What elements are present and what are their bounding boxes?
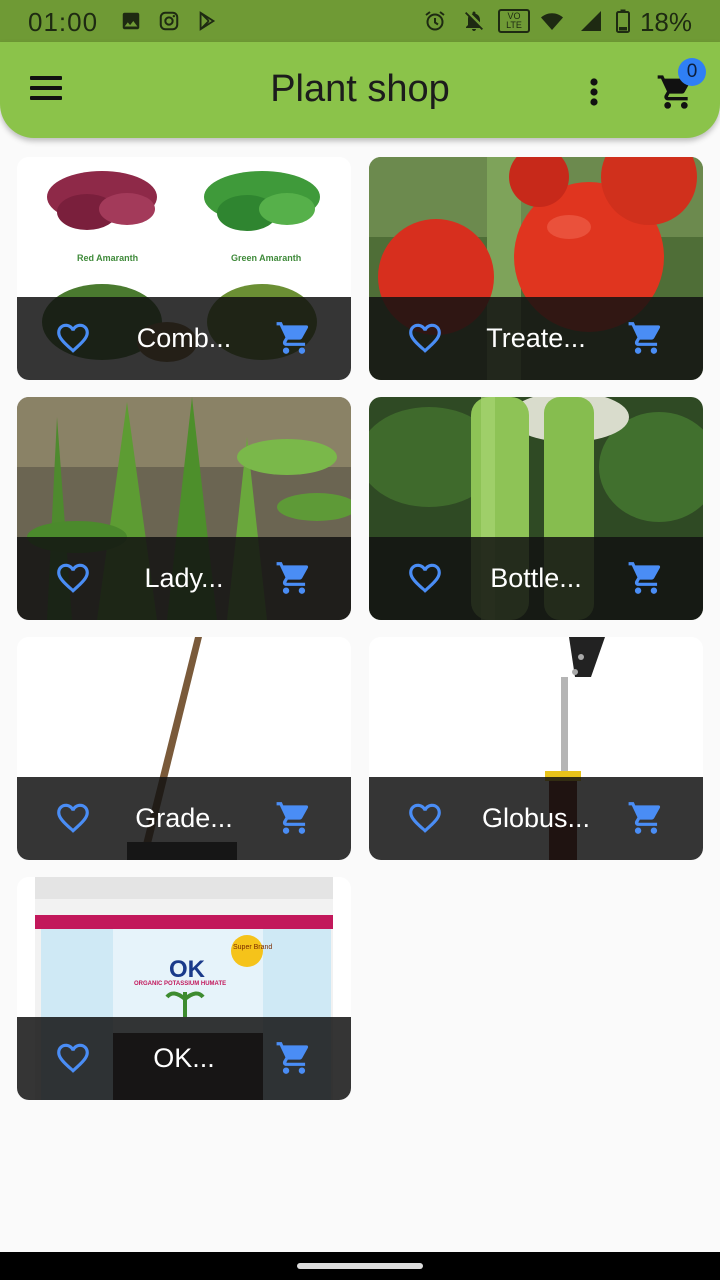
- image-label: Super Brand: [233, 944, 272, 951]
- product-card[interactable]: Super Brand OK ORGANIC POTASSIUM HUMATE …: [17, 877, 351, 1100]
- product-action-bar: Comb...: [17, 297, 351, 380]
- signal-icon: [581, 11, 601, 31]
- alarm-icon: [425, 11, 445, 31]
- system-nav-bar: [0, 1252, 720, 1280]
- add-to-cart-icon[interactable]: [273, 799, 315, 837]
- image-label: OK: [169, 956, 206, 983]
- favorite-border-icon[interactable]: [53, 559, 93, 597]
- favorite-border-icon[interactable]: [53, 799, 93, 837]
- status-time: 01:00: [28, 7, 99, 37]
- product-name: Bottle...: [490, 563, 582, 593]
- battery-icon: [616, 9, 630, 33]
- status-bar: 01:00 VO LTE 18%: [0, 0, 720, 42]
- image-label: Green Amaranth: [231, 253, 301, 263]
- wifi-icon: [541, 13, 563, 31]
- home-gesture-handle[interactable]: [297, 1263, 423, 1269]
- play-store-icon: [199, 11, 216, 31]
- product-card[interactable]: Treate...: [369, 157, 703, 380]
- add-to-cart-icon[interactable]: [625, 799, 667, 837]
- cart-count-badge: 0: [678, 58, 706, 86]
- favorite-border-icon[interactable]: [405, 799, 445, 837]
- product-action-bar: Globus...: [369, 777, 703, 860]
- product-action-bar: Bottle...: [369, 537, 703, 620]
- add-to-cart-icon[interactable]: [625, 559, 667, 597]
- add-to-cart-icon[interactable]: [625, 319, 667, 357]
- product-name: Lady...: [144, 563, 224, 593]
- more-vert-icon[interactable]: [578, 72, 610, 112]
- add-to-cart-icon[interactable]: [273, 319, 315, 357]
- favorite-border-icon[interactable]: [53, 319, 93, 357]
- page-title: Plant shop: [270, 68, 450, 110]
- favorite-border-icon[interactable]: [53, 1039, 93, 1077]
- product-name: Comb...: [136, 323, 232, 353]
- product-card[interactable]: Grade...: [17, 637, 351, 860]
- instagram-icon: [159, 11, 179, 31]
- product-name: Grade...: [135, 803, 233, 833]
- product-card[interactable]: Bottle...: [369, 397, 703, 620]
- image-label: ORGANIC POTASSIUM HUMATE: [134, 981, 226, 987]
- add-to-cart-icon[interactable]: [273, 559, 315, 597]
- product-action-bar: Treate...: [369, 297, 703, 380]
- product-name: Globus...: [481, 803, 591, 833]
- product-name: Treate...: [486, 323, 586, 353]
- volte-icon: VO LTE: [498, 9, 530, 33]
- battery-percent: 18%: [639, 7, 692, 37]
- product-card[interactable]: Red Amaranth Green Amaranth Comb...: [17, 157, 351, 380]
- favorite-border-icon[interactable]: [405, 559, 445, 597]
- product-name: OK...: [153, 1043, 215, 1073]
- image-label: Red Amaranth: [77, 253, 138, 263]
- product-action-bar: Grade...: [17, 777, 351, 860]
- product-card[interactable]: Lady...: [17, 397, 351, 620]
- add-to-cart-icon[interactable]: [273, 1039, 315, 1077]
- product-card[interactable]: Globus...: [369, 637, 703, 860]
- notifications-off-icon: [465, 11, 483, 31]
- favorite-border-icon[interactable]: [405, 319, 445, 357]
- app-bar: Plant shop 0: [0, 42, 720, 138]
- product-action-bar: OK...: [17, 1017, 351, 1100]
- image-icon: [122, 12, 140, 30]
- product-action-bar: Lady...: [17, 537, 351, 620]
